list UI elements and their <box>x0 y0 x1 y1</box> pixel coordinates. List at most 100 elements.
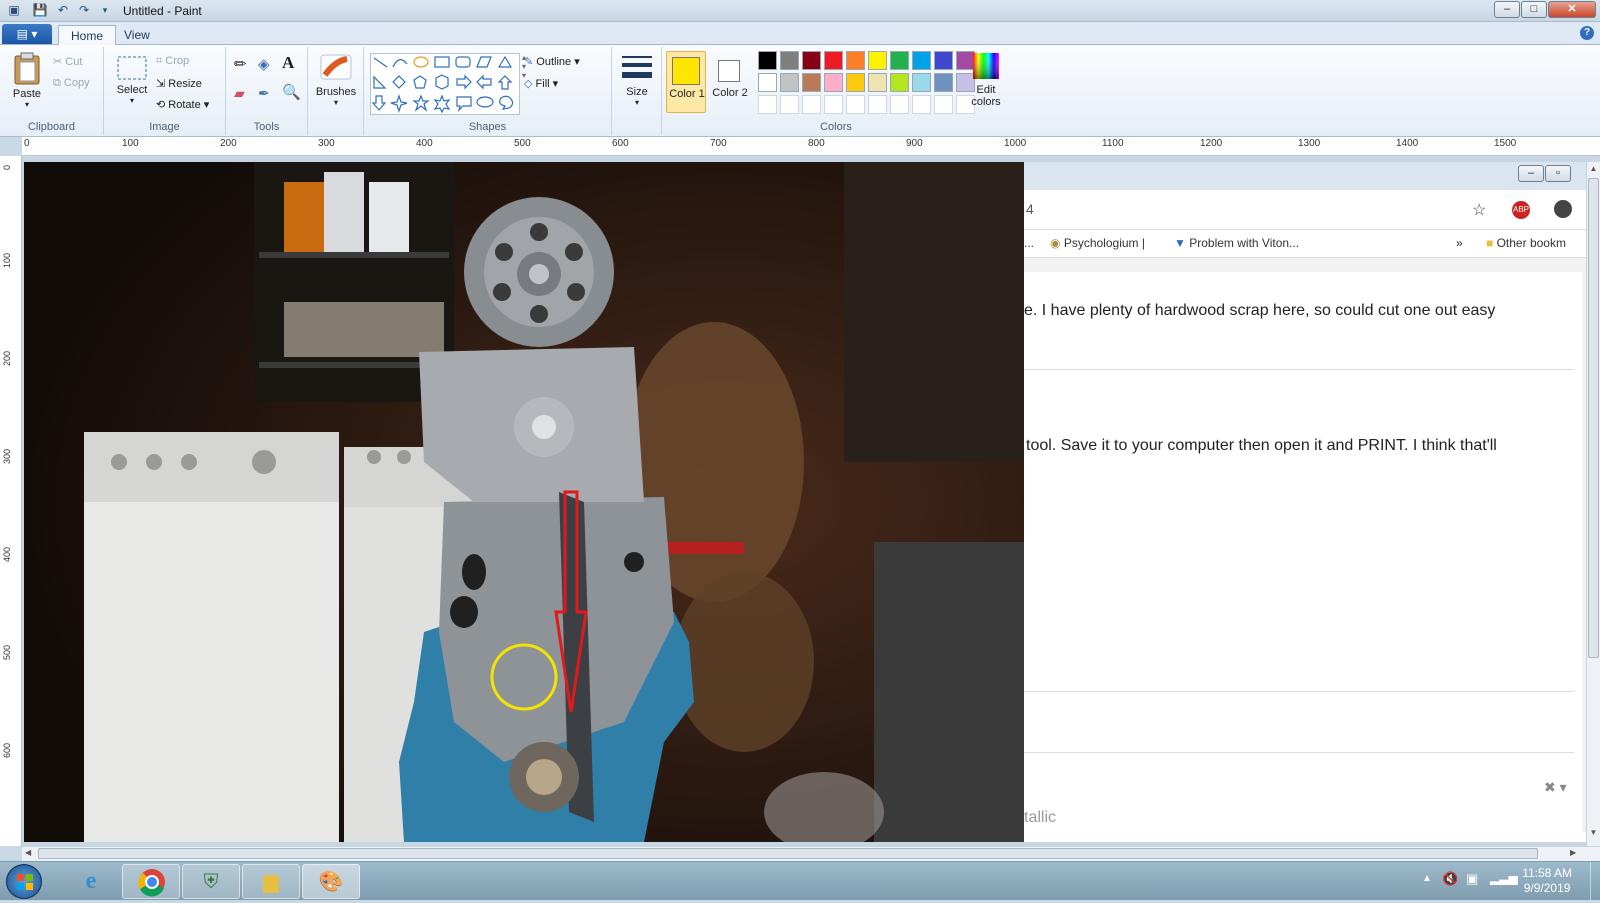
paste-label: Paste <box>12 88 42 100</box>
browser-maximize-button[interactable]: ▫ <box>1545 165 1571 182</box>
pencil-icon[interactable]: ✏ <box>234 55 247 73</box>
network-icon[interactable]: ▣ <box>1466 871 1478 887</box>
tab-home[interactable]: Home <box>58 25 117 45</box>
taskbar-paint[interactable]: 🎨 <box>302 864 360 899</box>
palette-swatch[interactable] <box>802 73 821 92</box>
edit-colors-button[interactable]: Edit colors <box>966 51 1006 108</box>
palette-swatch[interactable] <box>758 73 777 92</box>
palette-swatch[interactable] <box>780 73 799 92</box>
brushes-button[interactable]: Brushes ▾ <box>312 51 360 107</box>
close-button[interactable]: ✕ <box>1548 1 1596 18</box>
paste-button[interactable]: Paste ▾ <box>8 51 46 109</box>
eraser-icon[interactable]: ▰ <box>234 85 245 102</box>
shapes-gallery[interactable] <box>370 53 520 115</box>
palette-swatch[interactable] <box>868 73 887 92</box>
custom-color-slot[interactable] <box>780 95 799 114</box>
custom-color-slot[interactable] <box>912 95 931 114</box>
minimize-button[interactable]: – <box>1494 1 1520 18</box>
select-button[interactable]: Select ▾ <box>112 55 152 105</box>
color2-button[interactable]: Color 2 <box>710 51 750 113</box>
show-desktop-button[interactable] <box>1590 862 1600 901</box>
extension-icon[interactable]: ABP <box>1512 201 1530 219</box>
palette-swatch[interactable] <box>846 51 865 70</box>
tools-group-label: Tools <box>253 121 280 133</box>
palette-swatch[interactable] <box>758 51 777 70</box>
palette-swatch[interactable] <box>780 51 799 70</box>
redo-icon[interactable]: ↷ <box>76 3 92 18</box>
palette-swatch[interactable] <box>934 51 953 70</box>
bookmark-star-icon[interactable]: ☆ <box>1472 200 1486 220</box>
volume-muted-icon[interactable]: 🔇 <box>1442 871 1458 887</box>
custom-color-slot[interactable] <box>934 95 953 114</box>
custom-color-slot[interactable] <box>824 95 843 114</box>
custom-color-slot[interactable] <box>890 95 909 114</box>
browser-window-behind[interactable]: – ▫ 4 ☆ ABP ... ◉ Psychologium | ▼ Probl… <box>1024 162 1592 842</box>
resize-button[interactable]: ⇲ Resize <box>156 77 202 90</box>
horizontal-scroll-thumb[interactable] <box>38 848 1538 859</box>
palette-swatch[interactable] <box>868 51 887 70</box>
bookmark-item-viton[interactable]: ▼ Problem with Viton... <box>1174 236 1299 250</box>
scroll-down-icon[interactable]: ▼ <box>1588 828 1599 840</box>
vertical-scroll-thumb[interactable] <box>1588 178 1599 658</box>
bookmark-item-psychologium[interactable]: ◉ Psychologium | <box>1050 236 1145 250</box>
close-reply-icon[interactable]: ✖ ▾ <box>1544 779 1567 796</box>
start-button[interactable] <box>6 864 42 899</box>
tab-view[interactable]: View <box>112 25 162 45</box>
color-picker-icon[interactable]: ✒ <box>258 85 270 102</box>
palette-swatch[interactable] <box>824 51 843 70</box>
palette-swatch[interactable] <box>802 51 821 70</box>
customize-qat-icon[interactable]: ▾ <box>97 3 113 18</box>
size-label: Size <box>626 86 648 98</box>
vertical-scrollbar[interactable]: ▲ ▼ <box>1586 162 1600 846</box>
magnifier-icon[interactable]: 🔍 <box>282 83 301 101</box>
scroll-right-icon[interactable]: ▶ <box>1570 848 1576 857</box>
palette-swatch[interactable] <box>912 73 931 92</box>
scroll-up-icon[interactable]: ▲ <box>1588 164 1599 176</box>
bookmark-item[interactable]: ... <box>1024 236 1034 250</box>
text-tool-icon[interactable]: A <box>282 53 294 73</box>
brushes-label: Brushes <box>315 86 357 98</box>
crop-label: Crop <box>165 55 190 67</box>
palette-swatch[interactable] <box>824 73 843 92</box>
cut-label: Cut <box>65 56 83 68</box>
undo-icon[interactable]: ↶ <box>55 3 71 18</box>
bookmark-item-other[interactable]: ■ Other bookm <box>1486 236 1566 250</box>
paint-app-icon[interactable]: ▣ <box>6 3 22 18</box>
crop-button[interactable]: ⌗ Crop <box>156 55 189 68</box>
fill-button[interactable]: ◇ Fill ▾ <box>524 77 558 90</box>
rotate-button[interactable]: ⟲ Rotate ▾ <box>156 98 209 111</box>
outline-button[interactable]: ✎ Outline ▾ <box>524 55 580 68</box>
color1-button[interactable]: Color 1 <box>666 51 706 113</box>
fill-bucket-icon[interactable]: ◈ <box>258 55 270 73</box>
taskbar-explorer[interactable]: ▆ <box>242 864 300 899</box>
custom-color-slot[interactable] <box>802 95 821 114</box>
maximize-button[interactable]: □ <box>1521 1 1547 18</box>
profile-icon[interactable] <box>1554 200 1572 218</box>
taskbar-internet-explorer[interactable]: e <box>62 864 120 899</box>
palette-swatch[interactable] <box>912 51 931 70</box>
pasted-engine-photo[interactable] <box>24 162 1024 842</box>
scroll-left-icon[interactable]: ◀ <box>25 848 31 857</box>
horizontal-scrollbar[interactable]: ◀ ▶ <box>22 846 1600 861</box>
more-bookmarks-icon[interactable]: » <box>1456 236 1463 250</box>
cut-button[interactable]: ✂ Cut <box>53 55 82 68</box>
custom-color-slot[interactable] <box>758 95 777 114</box>
help-icon[interactable]: ? <box>1580 26 1594 40</box>
copy-button[interactable]: ⧉ Copy <box>53 77 90 90</box>
palette-swatch[interactable] <box>890 73 909 92</box>
taskbar-chrome[interactable] <box>122 864 180 899</box>
save-icon[interactable]: 💾 <box>32 3 48 18</box>
file-menu-button[interactable]: ▤ ▾ <box>2 24 52 44</box>
custom-color-slot[interactable] <box>868 95 887 114</box>
browser-minimize-button[interactable]: – <box>1518 165 1544 182</box>
size-button[interactable]: Size ▾ <box>618 53 656 107</box>
palette-swatch[interactable] <box>846 73 865 92</box>
color2-swatch <box>718 60 740 82</box>
taskbar-clock[interactable]: 11:58 AM 9/9/2019 <box>1522 866 1572 896</box>
palette-swatch[interactable] <box>890 51 909 70</box>
custom-color-slot[interactable] <box>846 95 865 114</box>
show-hidden-icons[interactable]: ▲ <box>1422 873 1432 884</box>
signal-icon[interactable]: ▂▃▅ <box>1490 871 1518 885</box>
palette-swatch[interactable] <box>934 73 953 92</box>
taskbar-app[interactable]: ⛨ <box>182 864 240 899</box>
